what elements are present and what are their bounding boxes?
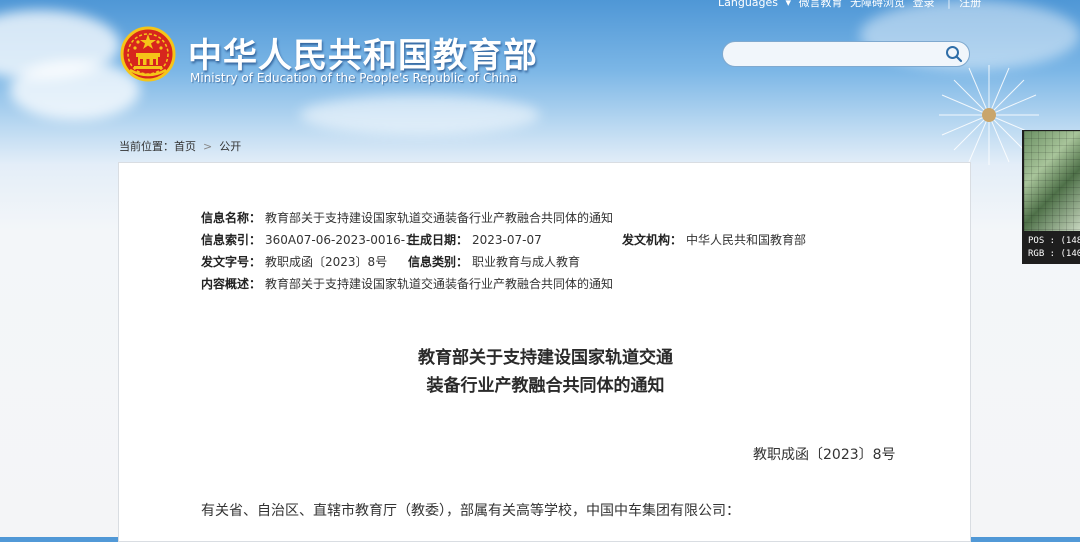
info-index-label: 信息索引： (201, 233, 262, 247)
info-issuer-label: 发文机构： (622, 233, 683, 247)
info-date-label: 生成日期： (408, 233, 469, 247)
info-docno-row: 发文字号： 教职成函〔2023〕8号 (201, 253, 387, 270)
site-title[interactable]: 中华人民共和国教育部 (188, 28, 538, 77)
site-subtitle: Ministry of Education of the People's Re… (190, 71, 518, 85)
weibo-link[interactable]: 微言教育 (799, 0, 843, 9)
overlay-pos-readout: POS : (1486 (1028, 236, 1080, 246)
info-summary-label: 内容概述： (201, 277, 262, 291)
document-addressee: 有关省、自治区、直辖市教育厅（教委），部属有关高等学校，中国中车集团有限公司： (201, 503, 740, 519)
document-title-line2: 装备行业产教融合共同体的通知 (426, 376, 665, 396)
chevron-down-icon: ▾ (785, 0, 792, 9)
info-index-value: 360A07-06-2023-0016-1 (265, 233, 413, 247)
content-panel: 信息名称： 教育部关于支持建设国家轨道交通装备行业产教融合共同体的通知 信息索引：… (118, 162, 971, 542)
overlay-rgb-readout: RGB : (140, (1028, 249, 1080, 259)
info-issuer-value: 中华人民共和国教育部 (686, 233, 807, 247)
info-name-value: 教育部关于支持建设国家轨道交通装备行业产教融合共同体的通知 (265, 211, 614, 225)
top-links: Languages ▾ 微言教育 无障碍浏览 登录 | 注册 (718, 0, 985, 10)
info-category-label: 信息类别： (408, 255, 469, 269)
breadcrumb-current-link[interactable]: 公开 (219, 140, 241, 153)
document-number: 教职成函〔2023〕8号 (753, 447, 896, 463)
cloud-decoration (300, 95, 540, 135)
magnifier-grid (1024, 131, 1080, 231)
info-issuer-row: 发文机构： 中华人民共和国教育部 (622, 231, 806, 248)
info-category-value: 职业教育与成人教育 (472, 255, 581, 269)
info-date-row: 生成日期： 2023-07-07 (408, 231, 542, 248)
link-separator: | (947, 0, 951, 9)
color-picker-overlay: POS : (1486 RGB : (140, (1022, 130, 1080, 264)
register-link[interactable]: 注册 (959, 0, 981, 9)
info-index-row: 信息索引： 360A07-06-2023-0016-1 (201, 231, 413, 248)
document-title-line1: 教育部关于支持建设国家轨道交通 (418, 348, 673, 368)
breadcrumb-home-link[interactable]: 首页 (174, 140, 196, 153)
breadcrumb-label: 当前位置： (119, 140, 174, 153)
login-link[interactable]: 登录 (913, 0, 935, 9)
info-category-row: 信息类别： 职业教育与成人教育 (408, 253, 580, 270)
info-docno-label: 发文字号： (201, 255, 262, 269)
languages-link[interactable]: Languages (718, 0, 778, 9)
accessibility-link[interactable]: 无障碍浏览 (850, 0, 905, 9)
search-input[interactable] (733, 45, 937, 65)
national-emblem-logo[interactable] (120, 26, 176, 82)
info-name-row: 信息名称： 教育部关于支持建设国家轨道交通装备行业产教融合共同体的通知 (201, 209, 613, 226)
search-box (722, 41, 970, 67)
info-summary-row: 内容概述： 教育部关于支持建设国家轨道交通装备行业产教融合共同体的通知 (201, 275, 613, 292)
info-docno-value: 教职成函〔2023〕8号 (265, 255, 388, 269)
info-summary-value: 教育部关于支持建设国家轨道交通装备行业产教融合共同体的通知 (265, 277, 614, 291)
breadcrumb: 当前位置：首页 > 公开 (119, 138, 241, 154)
info-name-label: 信息名称： (201, 211, 262, 225)
breadcrumb-separator: > (203, 140, 213, 153)
info-date-value: 2023-07-07 (472, 233, 542, 247)
